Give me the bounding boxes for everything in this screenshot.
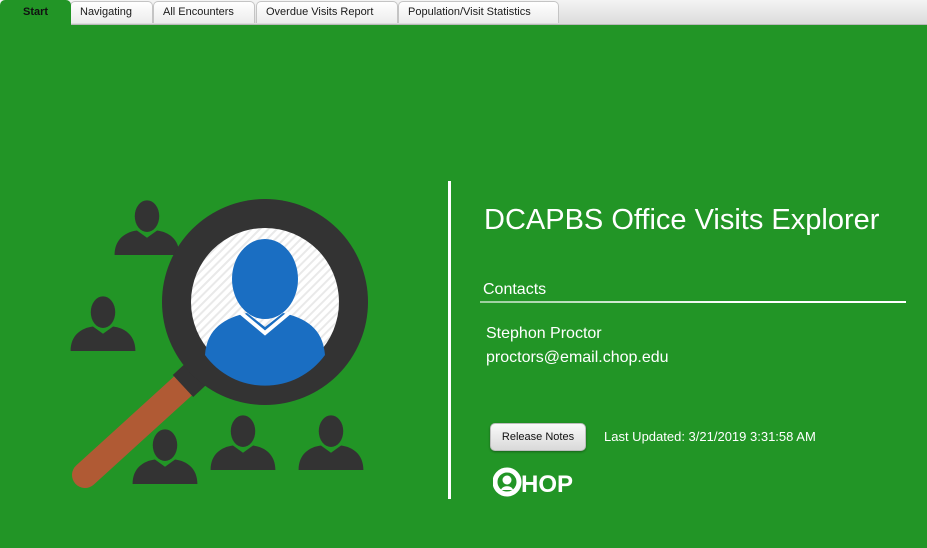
start-page: Start Navigating All Encounters Overdue … (0, 0, 927, 548)
contact-email: proctors@email.chop.edu (486, 349, 669, 366)
page-title: DCAPBS Office Visits Explorer (484, 204, 880, 236)
tab-start[interactable]: Start (0, 0, 71, 26)
tab-population-visit-statistics[interactable]: Population/Visit Statistics (398, 1, 559, 23)
tab-navigating[interactable]: Navigating (70, 1, 153, 23)
contacts-divider (480, 301, 906, 303)
contact-name: Stephon Proctor (486, 325, 602, 342)
chop-logo-text: HOP (521, 471, 573, 498)
people-search-icon (70, 199, 368, 488)
tab-all-encounters[interactable]: All Encounters (153, 1, 255, 23)
vertical-divider (448, 181, 451, 499)
person-silhouette-icon (210, 415, 276, 471)
person-silhouette-icon (114, 200, 180, 256)
last-updated-text: Last Updated: 3/21/2019 3:31:58 AM (604, 429, 816, 444)
chop-logo: HOP (493, 467, 573, 498)
person-silhouette-icon (70, 296, 136, 352)
magnifier-handle (72, 362, 208, 488)
tab-bar: Start Navigating All Encounters Overdue … (0, 0, 927, 26)
person-silhouette-icon (298, 415, 364, 471)
contacts-heading: Contacts (483, 281, 547, 298)
tab-overdue-visits-report[interactable]: Overdue Visits Report (256, 1, 398, 23)
release-notes-button[interactable]: Release Notes (490, 423, 586, 451)
